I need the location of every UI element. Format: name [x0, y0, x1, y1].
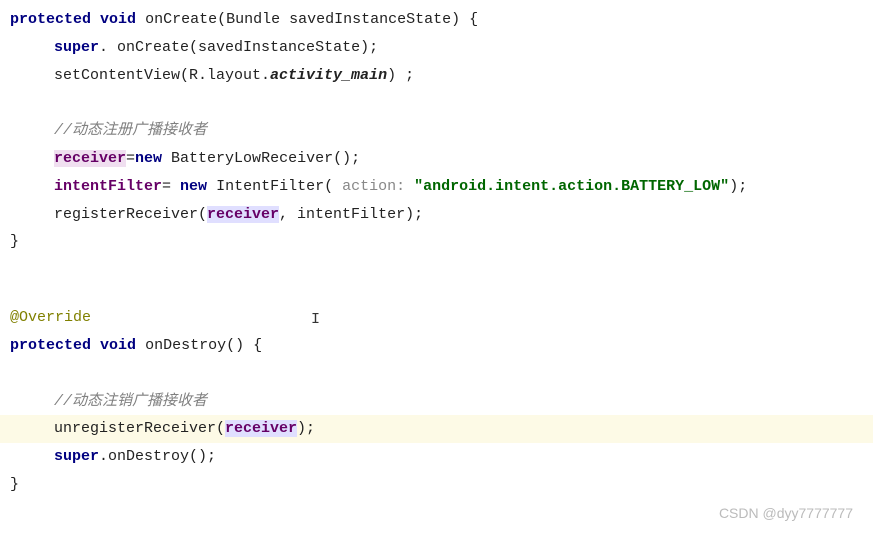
comment: //动态注销广播接收者 [54, 393, 207, 410]
keyword: new [135, 150, 162, 167]
annotation: @Override [10, 309, 91, 326]
code-line: intentFilter= new IntentFilter( action: … [10, 173, 863, 201]
method-call: unregisterReceiver( [54, 420, 225, 437]
code-editor[interactable]: protected void onCreate(Bundle savedInst… [10, 6, 863, 499]
code-line: //动态注销广播接收者 [10, 388, 863, 416]
field-receiver: receiver [225, 420, 297, 437]
text-cursor-icon: I [311, 306, 312, 322]
keyword: new [180, 178, 207, 195]
code-text: ) ; [387, 67, 414, 84]
comment: //动态注册广播接收者 [54, 122, 207, 139]
code-line: super.onDestroy(); [10, 443, 863, 471]
keyword: super [54, 39, 99, 56]
code-line: receiver=new BatteryLowReceiver(); [10, 145, 863, 173]
method-call: setContentView(R.layout. [54, 67, 270, 84]
keyword: super [54, 448, 99, 465]
code-text: IntentFilter( [207, 178, 342, 195]
code-line: registerReceiver(receiver, intentFilter)… [10, 201, 863, 229]
code-line: } [10, 228, 863, 256]
current-line-highlight: unregisterReceiver(receiver); [0, 415, 873, 443]
code-line: super. onCreate(savedInstanceState); [10, 34, 863, 62]
code-text: () { [226, 337, 262, 354]
code-text: ); [297, 420, 315, 437]
method-call: registerReceiver( [54, 206, 207, 223]
param-name: savedInstanceState [289, 11, 451, 28]
keyword: protected [10, 337, 91, 354]
code-text: BatteryLowReceiver(); [162, 150, 360, 167]
code-line: //动态注册广播接收者 [10, 117, 863, 145]
code-line: protected void onCreate(Bundle savedInst… [10, 6, 863, 34]
code-line: setContentView(R.layout.activity_main) ; [10, 62, 863, 90]
code-line: protected void onDestroy() { [10, 332, 863, 360]
code-text: ); [729, 178, 747, 195]
layout-ref: activity_main [270, 67, 387, 84]
field-intentfilter: intentFilter [54, 178, 162, 195]
string-literal: "android.intent.action.BATTERY_LOW" [414, 178, 729, 195]
watermark: CSDN @dyy7777777 [719, 501, 853, 527]
code-line: @Override I [10, 304, 863, 332]
method-name: onCreate [145, 11, 217, 28]
parameter-hint: action: [342, 178, 405, 195]
blank-line [10, 89, 863, 117]
param-type: Bundle [226, 11, 280, 28]
code-text: = [126, 150, 135, 167]
keyword: void [100, 11, 136, 28]
brace: } [10, 233, 19, 250]
field-receiver: receiver [207, 206, 279, 223]
keyword: protected [10, 11, 91, 28]
keyword: void [100, 337, 136, 354]
brace: } [10, 476, 19, 493]
code-line: unregisterReceiver(receiver); [10, 420, 315, 437]
code-text: , intentFilter); [279, 206, 423, 223]
code-text: = [162, 178, 180, 195]
blank-line [10, 360, 863, 388]
field-receiver: receiver [54, 150, 126, 167]
blank-line [10, 256, 863, 304]
method-call: onCreate(savedInstanceState); [117, 39, 378, 56]
method-call: .onDestroy(); [99, 448, 216, 465]
code-line: } [10, 471, 863, 499]
code-text [405, 178, 414, 195]
method-name: onDestroy [145, 337, 226, 354]
